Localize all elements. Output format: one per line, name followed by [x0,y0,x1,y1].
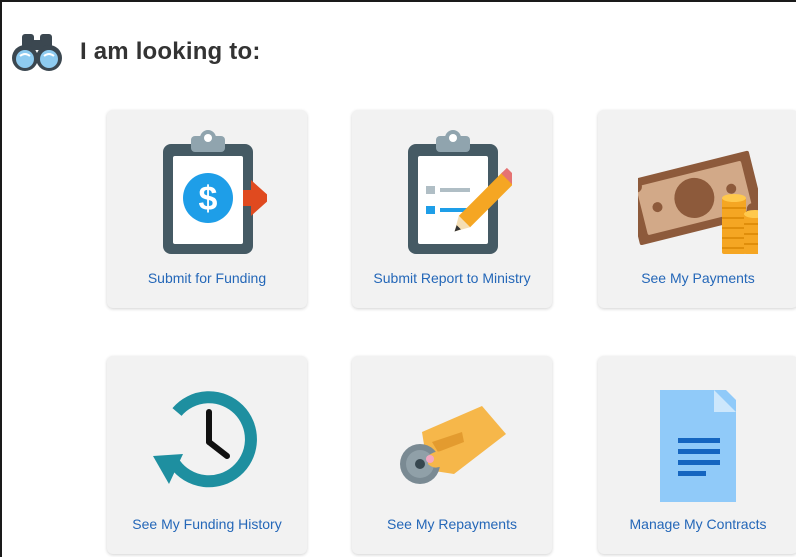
tile-label: Submit for Funding [147,270,267,286]
history-clock-icon [153,391,257,488]
tile-submit-report-to-ministry[interactable]: Submit Report to Ministry [352,110,552,308]
tile-see-my-funding-history[interactable]: See My Funding History [107,356,307,554]
money-coins-icon [638,150,758,254]
page-title: I am looking to: [80,38,261,65]
clipboard-pencil-icon [408,130,512,254]
tile-submit-for-funding[interactable]: $ Submit for Funding [107,110,307,308]
tile-label: See My Repayments [387,516,517,532]
clipboard-dollar-arrow-icon: $ [163,130,267,254]
page-frame: I am looking to: $ Submit for Funding Su… [0,0,796,557]
hand-coin-icon [400,406,506,484]
tile-see-my-repayments[interactable]: See My Repayments [352,356,552,554]
binoculars-icon [12,34,62,71]
tile-label: See My Payments [641,270,755,286]
tile-see-my-payments[interactable]: See My Payments [598,110,796,308]
tile-label: See My Funding History [132,516,282,532]
page-heading: I am looking to: [10,32,261,72]
svg-text:$: $ [199,180,218,218]
document-icon [660,390,736,502]
tile-label: Manage My Contracts [629,516,767,532]
tile-label: Submit Report to Ministry [373,270,531,286]
tile-manage-my-contracts[interactable]: Manage My Contracts [598,356,796,554]
